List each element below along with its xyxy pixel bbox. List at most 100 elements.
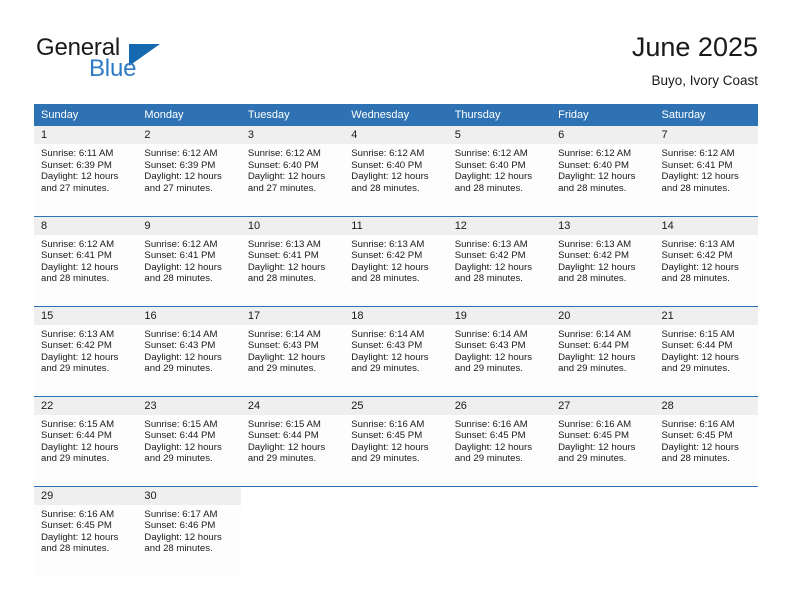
sunset-time: Sunset: 6:44 PM <box>144 430 216 442</box>
day-details: Sunrise: 6:12 AM Sunset: 6:40 PM Daylight:… <box>344 144 447 194</box>
calendar-week-row: 29 Sunrise: 6:16 AM Sunset: 6:45 PM Dayligh… <box>34 485 758 576</box>
calendar-day-cell[interactable]: 1 Sunrise: 6:11 AM Sunset: 6:39 PM Daylight… <box>34 126 138 216</box>
daylight-duration-line2: and 28 minutes. <box>661 182 730 194</box>
daylight-duration-line2: and 27 minutes. <box>144 182 213 194</box>
sunset-time: Sunset: 6:46 PM <box>144 520 216 532</box>
calendar-day-cell[interactable]: 17 Sunrise: 6:14 AM Sunset: 6:43 PM Dayligh… <box>240 305 345 396</box>
daylight-duration-line1: Daylight: 12 hours <box>454 261 533 273</box>
calendar-day-cell[interactable]: 6 Sunrise: 6:12 AM Sunset: 6:40 PM Daylight… <box>551 126 655 216</box>
day-details: Sunrise: 6:16 AM Sunset: 6:45 PM Daylight:… <box>655 415 758 465</box>
day-number: 15 <box>34 306 138 325</box>
day-details: Sunrise: 6:15 AM Sunset: 6:44 PM Daylight:… <box>241 415 344 465</box>
sunset-time: Sunset: 6:40 PM <box>558 159 630 171</box>
calendar-day-cell[interactable]: 16 Sunrise: 6:14 AM Sunset: 6:43 PM Dayligh… <box>137 305 241 396</box>
day-details: Sunrise: 6:15 AM Sunset: 6:44 PM Daylight:… <box>137 415 240 465</box>
calendar-table: Sunday Monday Tuesday Wednesday Thursday… <box>34 104 758 576</box>
day-number: 19 <box>447 306 552 325</box>
daylight-duration-line1: Daylight: 12 hours <box>144 441 222 453</box>
sunrise-time: Sunrise: 6:12 AM <box>144 148 218 159</box>
daylight-duration-line2: and 28 minutes. <box>454 182 523 194</box>
weekday-header-monday: Monday <box>137 104 241 126</box>
day-details: Sunrise: 6:13 AM Sunset: 6:42 PM Daylight:… <box>551 235 654 285</box>
calendar-page: General Blue June 2025 Buyo, Ivory Coast… <box>0 0 792 612</box>
calendar-day-cell[interactable]: 20 Sunrise: 6:14 AM Sunset: 6:44 PM Dayligh… <box>551 305 655 396</box>
sunset-time: Sunset: 6:45 PM <box>41 520 112 532</box>
sunrise-time: Sunrise: 6:13 AM <box>351 238 425 250</box>
calendar-day-cell[interactable]: 27 Sunrise: 6:16 AM Sunset: 6:45 PM Dayligh… <box>551 395 655 486</box>
day-number: 21 <box>654 306 758 325</box>
day-details: Sunrise: 6:16 AM Sunset: 6:45 PM Daylight:… <box>448 415 551 465</box>
day-details: Sunrise: 6:16 AM Sunset: 6:45 PM Daylight:… <box>551 415 654 465</box>
day-number: 11 <box>344 216 448 235</box>
calendar-day-cell[interactable]: 7 Sunrise: 6:12 AM Sunset: 6:41 PM Daylight… <box>654 126 758 216</box>
calendar-week-row: 8 Sunrise: 6:12 AM Sunset: 6:41 PM Daylight… <box>34 215 758 306</box>
daylight-duration-line1: Daylight: 12 hours <box>661 351 739 363</box>
calendar-day-cell[interactable]: 24 Sunrise: 6:15 AM Sunset: 6:44 PM Dayligh… <box>240 395 345 486</box>
daylight-duration-line1: Daylight: 12 hours <box>454 171 533 183</box>
calendar-week-row: 15 Sunrise: 6:13 AM Sunset: 6:42 PM Dayligh… <box>34 305 758 396</box>
daylight-duration-line2: and 29 minutes. <box>351 363 420 375</box>
daylight-duration-line1: Daylight: 12 hours <box>351 351 429 363</box>
general-blue-logo[interactable]: General Blue <box>36 34 236 86</box>
sunrise-time: Sunrise: 6:12 AM <box>351 148 425 159</box>
sunrise-time: Sunrise: 6:16 AM <box>454 418 528 430</box>
calendar-day-cell-empty <box>447 485 552 576</box>
sunset-time: Sunset: 6:40 PM <box>351 159 423 171</box>
day-details: Sunrise: 6:14 AM Sunset: 6:43 PM Daylight:… <box>448 325 551 375</box>
daylight-duration-line2: and 28 minutes. <box>558 273 627 285</box>
page-title: June 2025 <box>631 32 758 62</box>
calendar-day-cell[interactable]: 29 Sunrise: 6:16 AM Sunset: 6:45 PM Dayligh… <box>34 485 138 576</box>
weekday-header-wednesday: Wednesday <box>344 104 448 126</box>
daylight-duration-line2: and 29 minutes. <box>247 453 317 465</box>
sunset-time: Sunset: 6:43 PM <box>144 340 216 352</box>
weekday-header-sunday: Sunday <box>34 104 138 126</box>
calendar-day-cell[interactable]: 18 Sunrise: 6:14 AM Sunset: 6:43 PM Dayligh… <box>344 305 448 396</box>
daylight-duration-line1: Daylight: 12 hours <box>558 441 636 453</box>
daylight-duration-line2: and 28 minutes. <box>661 273 730 285</box>
day-details: Sunrise: 6:13 AM Sunset: 6:41 PM Daylight:… <box>241 235 344 285</box>
day-number: 1 <box>34 126 138 144</box>
sunrise-time: Sunrise: 6:12 AM <box>454 148 528 159</box>
calendar-day-cell[interactable]: 21 Sunrise: 6:15 AM Sunset: 6:44 PM Dayligh… <box>654 305 758 396</box>
sunset-time: Sunset: 6:42 PM <box>661 250 733 262</box>
daylight-duration-line1: Daylight: 12 hours <box>247 441 326 453</box>
day-number: 29 <box>34 486 138 505</box>
calendar-body: 1 Sunrise: 6:11 AM Sunset: 6:39 PM Daylight… <box>34 126 758 576</box>
day-number: 27 <box>551 396 655 415</box>
sunset-time: Sunset: 6:42 PM <box>351 250 423 262</box>
day-details: Sunrise: 6:14 AM Sunset: 6:44 PM Daylight:… <box>551 325 654 375</box>
calendar-day-cell[interactable]: 11 Sunrise: 6:13 AM Sunset: 6:42 PM Dayligh… <box>344 215 448 306</box>
daylight-duration-line2: and 29 minutes. <box>558 363 627 375</box>
day-details: Sunrise: 6:13 AM Sunset: 6:42 PM Daylight:… <box>655 235 758 285</box>
daylight-duration-line1: Daylight: 12 hours <box>144 171 222 183</box>
calendar-day-cell[interactable]: 9 Sunrise: 6:12 AM Sunset: 6:41 PM Daylight… <box>137 215 241 306</box>
calendar-day-cell[interactable]: 26 Sunrise: 6:16 AM Sunset: 6:45 PM Dayligh… <box>447 395 552 486</box>
calendar-day-cell[interactable]: 2 Sunrise: 6:12 AM Sunset: 6:39 PM Daylight… <box>137 126 241 216</box>
calendar-day-cell[interactable]: 23 Sunrise: 6:15 AM Sunset: 6:44 PM Dayligh… <box>137 395 241 486</box>
daylight-duration-line1: Daylight: 12 hours <box>661 261 739 273</box>
sunrise-time: Sunrise: 6:16 AM <box>41 508 115 520</box>
calendar-day-cell[interactable]: 14 Sunrise: 6:13 AM Sunset: 6:42 PM Dayligh… <box>654 215 758 306</box>
calendar-day-cell[interactable]: 5 Sunrise: 6:12 AM Sunset: 6:40 PM Daylight… <box>447 126 552 216</box>
calendar-day-cell[interactable]: 25 Sunrise: 6:16 AM Sunset: 6:45 PM Dayligh… <box>344 395 448 486</box>
calendar-day-cell[interactable]: 13 Sunrise: 6:13 AM Sunset: 6:42 PM Dayligh… <box>551 215 655 306</box>
calendar-day-cell[interactable]: 19 Sunrise: 6:14 AM Sunset: 6:43 PM Dayligh… <box>447 305 552 396</box>
calendar-day-cell[interactable]: 4 Sunrise: 6:12 AM Sunset: 6:40 PM Daylight… <box>344 126 448 216</box>
day-details: Sunrise: 6:16 AM Sunset: 6:45 PM Daylight:… <box>344 415 447 465</box>
day-number: 3 <box>240 126 345 144</box>
calendar-day-cell[interactable]: 3 Sunrise: 6:12 AM Sunset: 6:40 PM Daylight… <box>240 126 345 216</box>
calendar-day-cell[interactable]: 15 Sunrise: 6:13 AM Sunset: 6:42 PM Dayligh… <box>34 305 138 396</box>
weekday-header-thursday: Thursday <box>447 104 552 126</box>
daylight-duration-line1: Daylight: 12 hours <box>144 531 222 543</box>
calendar-day-cell[interactable]: 22 Sunrise: 6:15 AM Sunset: 6:44 PM Dayligh… <box>34 395 138 486</box>
calendar-day-cell-empty <box>344 485 448 576</box>
daylight-duration-line2: and 27 minutes. <box>41 182 110 194</box>
sunrise-time: Sunrise: 6:17 AM <box>144 508 218 520</box>
daylight-duration-line1: Daylight: 12 hours <box>41 261 119 273</box>
day-details: Sunrise: 6:12 AM Sunset: 6:41 PM Daylight:… <box>137 235 240 285</box>
calendar-day-cell[interactable]: 8 Sunrise: 6:12 AM Sunset: 6:41 PM Daylight… <box>34 215 138 306</box>
calendar-day-cell[interactable]: 28 Sunrise: 6:16 AM Sunset: 6:45 PM Dayligh… <box>654 395 758 486</box>
calendar-day-cell[interactable]: 12 Sunrise: 6:13 AM Sunset: 6:42 PM Dayligh… <box>447 215 552 306</box>
calendar-day-cell[interactable]: 30 Sunrise: 6:17 AM Sunset: 6:46 PM Dayligh… <box>137 485 241 576</box>
calendar-day-cell[interactable]: 10 Sunrise: 6:13 AM Sunset: 6:41 PM Dayligh… <box>240 215 345 306</box>
